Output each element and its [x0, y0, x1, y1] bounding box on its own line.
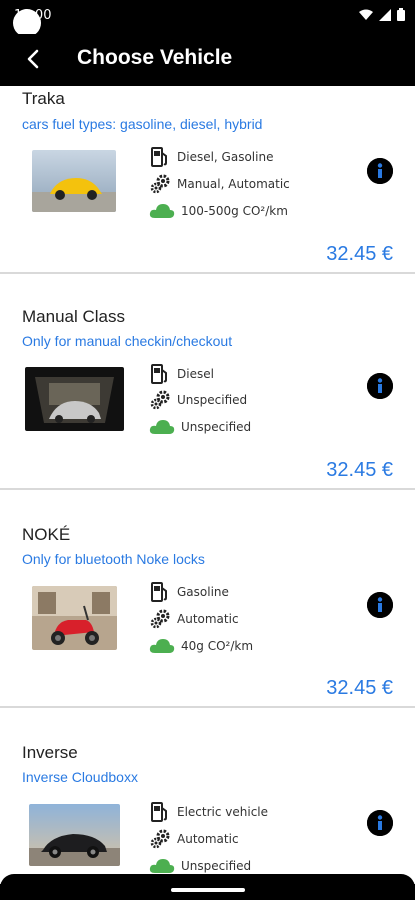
spec-emissions: 100-500g CO²/km — [149, 200, 288, 222]
info-icon — [367, 373, 393, 399]
cloud-icon — [149, 635, 175, 657]
vehicle-image — [25, 367, 124, 431]
emissions-text: Unspecified — [181, 859, 252, 873]
transmission-text: Automatic — [177, 612, 239, 626]
gears-icon — [149, 173, 171, 195]
info-icon — [367, 810, 393, 836]
camera-cutout — [13, 9, 41, 37]
fuel-pump-icon — [149, 363, 171, 385]
vehicle-price: 32.45 € — [326, 459, 393, 481]
spec-fuel: Diesel — [149, 363, 214, 385]
fuel-text: Diesel — [177, 367, 214, 381]
emissions-text: Unspecified — [181, 420, 252, 434]
fuel-pump-icon — [149, 146, 171, 168]
spec-transmission: Automatic — [149, 828, 239, 850]
signal-icon — [379, 8, 391, 21]
vehicle-name: Manual Class — [22, 307, 125, 326]
transmission-text: Manual, Automatic — [177, 177, 290, 191]
vehicle-image — [32, 586, 117, 650]
vehicle-image — [29, 804, 120, 866]
spec-fuel: Diesel, Gasoline — [149, 146, 273, 168]
spec-fuel: Electric vehicle — [149, 801, 268, 823]
info-button[interactable] — [367, 158, 393, 184]
vehicle-name: Inverse — [22, 743, 78, 762]
fuel-text: Gasoline — [177, 585, 229, 599]
home-gesture-handle[interactable] — [171, 888, 245, 892]
gears-icon — [149, 389, 171, 411]
vehicle-subtitle: cars fuel types: gasoline, diesel, hybri… — [22, 116, 263, 132]
page-title: Choose Vehicle — [77, 46, 233, 69]
vehicle-name: Traka — [22, 89, 65, 108]
transmission-text: Automatic — [177, 832, 239, 846]
status-bar: 10:00 — [0, 0, 415, 37]
gears-icon — [149, 608, 171, 630]
vehicle-card-noke[interactable]: NOKÉ Only for bluetooth Noke locks Gasol… — [0, 490, 415, 708]
spec-fuel: Gasoline — [149, 581, 229, 603]
vehicle-image — [32, 150, 116, 212]
info-button[interactable] — [367, 592, 393, 618]
vehicle-list: Traka cars fuel types: gasoline, diesel,… — [0, 86, 415, 884]
cloud-icon — [149, 200, 175, 222]
fuel-text: Diesel, Gasoline — [177, 150, 274, 164]
emissions-text: 100-500g CO²/km — [181, 204, 288, 218]
gears-icon — [149, 828, 171, 850]
spec-transmission: Automatic — [149, 608, 239, 630]
navigation-bar — [0, 884, 415, 900]
vehicle-price: 32.45 € — [326, 243, 393, 265]
spec-emissions: 40g CO²/km — [149, 635, 253, 657]
arrow-left-icon — [27, 49, 39, 69]
wifi-icon — [359, 9, 373, 20]
back-button[interactable] — [18, 44, 48, 74]
vehicle-card-manual-class[interactable]: Manual Class Only for manual checkin/che… — [0, 274, 415, 490]
emissions-text: 40g CO²/km — [181, 639, 254, 653]
cloud-icon — [149, 416, 175, 438]
status-icons — [359, 8, 405, 21]
vehicle-subtitle: Only for manual checkin/checkout — [22, 333, 233, 349]
vehicle-card-traka[interactable]: Traka cars fuel types: gasoline, diesel,… — [0, 86, 415, 274]
spec-transmission: Manual, Automatic — [149, 173, 290, 195]
info-icon — [367, 592, 393, 618]
vehicle-subtitle: Only for bluetooth Noke locks — [22, 551, 205, 567]
transmission-text: Unspecified — [177, 393, 248, 407]
battery-icon — [397, 8, 405, 21]
info-icon — [367, 158, 393, 184]
fuel-pump-icon — [149, 581, 171, 603]
vehicle-card-inverse[interactable]: Inverse Inverse Cloudboxx Electric vehic… — [0, 708, 415, 884]
vehicle-price: 32.45 € — [326, 677, 393, 699]
info-button[interactable] — [367, 810, 393, 836]
info-button[interactable] — [367, 373, 393, 399]
vehicle-name: NOKÉ — [22, 525, 71, 544]
spec-transmission: Unspecified — [149, 389, 247, 411]
vehicle-subtitle: Inverse Cloudboxx — [22, 769, 138, 785]
app-bar: Choose Vehicle — [0, 34, 415, 86]
fuel-text: Electric vehicle — [177, 805, 269, 819]
spec-emissions: Unspecified — [149, 416, 251, 438]
fuel-pump-icon — [149, 801, 171, 823]
